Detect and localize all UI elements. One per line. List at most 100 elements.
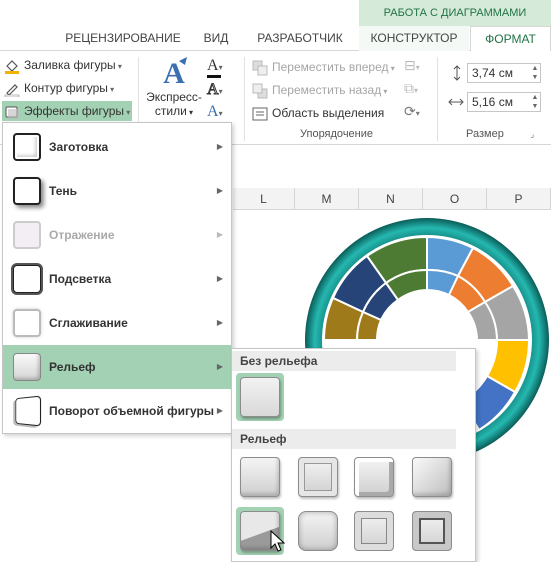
wordart-quick-styles-label-2-wrap: стили ▾: [146, 104, 202, 120]
menu-item-soft-edges[interactable]: Сглаживание ▶: [3, 301, 231, 345]
dropdown-arrow-icon: ▾: [107, 85, 115, 94]
chevron-right-icon: ▶: [216, 186, 223, 195]
column-header-m[interactable]: M: [295, 188, 359, 210]
shape-height-input[interactable]: 3,74 см ▲ ▼: [467, 63, 541, 83]
bring-forward-icon: [252, 60, 268, 76]
tab-view[interactable]: ВИД: [190, 26, 242, 51]
menu-item-reflection: Отражение ▶: [3, 213, 231, 257]
dialog-launcher-icon[interactable]: ⌟: [530, 129, 534, 140]
tab-design[interactable]: КОНСТРУКТОР: [359, 26, 469, 51]
selection-pane-label: Область выделения: [272, 106, 385, 120]
menu-item-3d-rotation[interactable]: Поворот объемной фигуры ▶: [3, 389, 231, 433]
wordart-quick-styles-button[interactable]: A Экспресс- стили ▾: [146, 55, 202, 125]
3d-rotation-thumb-icon: [15, 395, 42, 427]
menu-item-label: Заготовка: [49, 140, 109, 154]
bevel-heading: Рельеф: [232, 429, 456, 449]
chevron-right-icon: ▶: [216, 318, 223, 327]
menu-item-glow[interactable]: Подсветка ▶: [3, 257, 231, 301]
bevel-swatch-icon: [240, 457, 280, 497]
bevel-option-circle[interactable]: [236, 453, 284, 501]
menu-item-label: Сглаживание: [49, 316, 128, 330]
column-headers: L M N O P: [233, 188, 551, 210]
chevron-right-icon: ▶: [216, 274, 223, 283]
column-header-l[interactable]: L: [233, 188, 295, 210]
dropdown-arrow-icon: ▾: [218, 109, 223, 118]
bevel-swatch-icon: [354, 457, 394, 497]
ribbon-tab-row: РЕЦЕНЗИРОВАНИЕ ВИД РАЗРАБОТЧИК КОНСТРУКТ…: [0, 26, 551, 52]
spin-arrows-icon[interactable]: ▲ ▼: [530, 93, 540, 111]
paint-bucket-icon: [5, 59, 19, 74]
shape-effects-menu: Заготовка ▶ Тень ▶ Отражение ▶ Подсветка…: [2, 122, 232, 434]
rotate-icon[interactable]: ⟳▾: [404, 103, 428, 123]
spin-arrows-icon[interactable]: ▲ ▼: [530, 64, 540, 82]
bevel-swatch-icon: [354, 511, 394, 551]
send-backward-label: Переместить назад: [272, 83, 382, 97]
shape-height-value: 3,74 см: [472, 66, 513, 80]
text-fill-a-icon: A: [207, 57, 219, 74]
bevel-submenu: Без рельефа Рельеф: [231, 348, 476, 562]
dropdown-arrow-icon: ▾: [218, 63, 223, 72]
selection-pane-button[interactable]: Область выделения: [252, 103, 384, 123]
shape-fill-label: Заливка фигуры: [24, 58, 116, 72]
no-bevel-swatch-icon: [240, 377, 280, 417]
menu-item-preset[interactable]: Заготовка ▶: [3, 125, 231, 169]
tab-developer[interactable]: РАЗРАБОТЧИК: [245, 26, 355, 51]
shape-effects-icon: [5, 106, 19, 119]
send-backward-button[interactable]: Переместить назад ▾: [252, 80, 387, 100]
wordart-quick-styles-label-1: Экспресс-: [146, 90, 202, 104]
bevel-option-convex[interactable]: [350, 507, 398, 555]
shape-outline-label: Контур фигуры: [24, 81, 108, 95]
send-backward-icon: [252, 83, 268, 99]
shape-outline-button[interactable]: Контур фигуры ▾: [4, 78, 114, 98]
wordart-a-icon: A: [163, 57, 187, 90]
text-fill-button[interactable]: A▾: [207, 57, 237, 78]
menu-item-bevel[interactable]: Рельеф ▶: [3, 345, 231, 389]
no-bevel-heading: Без рельефа: [232, 351, 456, 371]
chevron-right-icon: ▶: [216, 230, 223, 239]
bring-forward-button[interactable]: Переместить вперед ▾: [252, 57, 395, 77]
group-icon[interactable]: ⧉▾: [404, 80, 428, 100]
column-header-p[interactable]: P: [487, 188, 551, 210]
selection-pane-icon: [252, 107, 268, 121]
column-header-n[interactable]: N: [359, 188, 423, 210]
size-group-label: Размер: [466, 128, 504, 140]
menu-item-label: Подсветка: [49, 272, 112, 286]
chart-tools-context-label: РАБОТА С ДИАГРАММАМИ: [359, 0, 551, 26]
chevron-right-icon: ▶: [216, 406, 223, 415]
shadow-thumb-icon: [13, 177, 41, 205]
pen-icon: [4, 83, 20, 97]
mouse-cursor-icon: [270, 530, 286, 552]
wordart-quick-styles-label-2: стили: [154, 104, 187, 118]
menu-item-label: Тень: [49, 184, 78, 198]
dropdown-arrow-icon: ▾: [186, 108, 194, 117]
menu-item-shadow[interactable]: Тень ▶: [3, 169, 231, 213]
shape-width-input[interactable]: 5,16 см ▲ ▼: [467, 92, 541, 112]
bevel-option-slope[interactable]: [408, 507, 456, 555]
text-effects-button[interactable]: A▾: [207, 103, 237, 123]
tab-review[interactable]: РЕЦЕНЗИРОВАНИЕ: [56, 26, 190, 51]
bevel-swatch-icon: [412, 511, 452, 551]
bevel-option-cool-slant[interactable]: [408, 453, 456, 501]
column-header-o[interactable]: O: [423, 188, 487, 210]
ribbon-separator: [244, 57, 245, 141]
align-icon[interactable]: ⊟▾: [404, 57, 428, 77]
arrange-group-label: Упорядочение: [300, 128, 373, 140]
shape-effects-button[interactable]: Эффекты фигуры ▾: [2, 101, 132, 121]
dropdown-arrow-icon: ▾: [124, 108, 131, 117]
chevron-right-icon: ▶: [216, 362, 223, 371]
bevel-swatch-icon: [298, 511, 338, 551]
reflection-thumb-icon: [13, 221, 41, 249]
glow-thumb-icon: [13, 265, 41, 293]
preset-thumb-icon: [13, 133, 41, 161]
bevel-option-soft-round[interactable]: [294, 507, 342, 555]
shape-fill-button[interactable]: Заливка фигуры ▾: [4, 55, 122, 75]
text-fill-color-bar: [207, 75, 221, 78]
bevel-option-relaxed-inset[interactable]: [294, 453, 342, 501]
ribbon-separator: [437, 57, 438, 141]
bevel-option-none[interactable]: [236, 373, 284, 421]
bevel-thumb-icon: [13, 353, 41, 381]
tab-format[interactable]: ФОРМАТ: [470, 26, 551, 52]
shape-effects-label: Эффекты фигуры: [24, 104, 125, 118]
bevel-option-cross[interactable]: [350, 453, 398, 501]
text-outline-button[interactable]: A▾: [207, 81, 237, 101]
